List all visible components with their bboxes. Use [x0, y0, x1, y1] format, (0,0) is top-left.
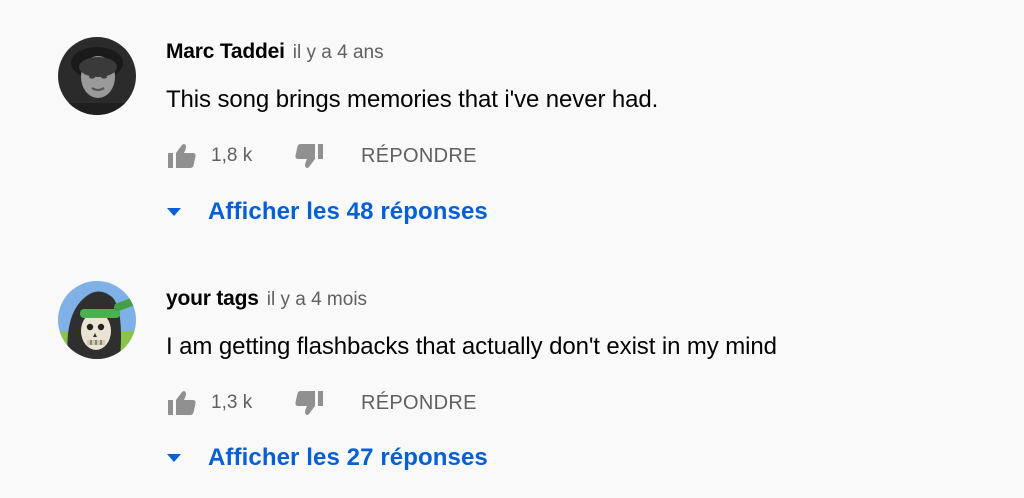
comment-header: Marc Taddei il y a 4 ans: [166, 40, 384, 66]
like-count: 1,8 k: [211, 145, 253, 166]
skeleton-avatar-icon: [58, 281, 136, 359]
comment-time[interactable]: il y a 4 mois: [267, 289, 367, 311]
view-replies-label: Afficher les 27 réponses: [208, 444, 488, 471]
reply-button[interactable]: RÉPONDRE: [361, 392, 477, 415]
user-photo-avatar-icon: [58, 37, 136, 115]
caret-down-icon: [162, 446, 186, 470]
view-replies-label: Afficher les 48 réponses: [208, 198, 488, 225]
avatar[interactable]: [58, 37, 136, 115]
author-name[interactable]: your tags: [166, 287, 259, 311]
thumbs-down-icon: [295, 391, 323, 415]
dislike-button[interactable]: [291, 385, 327, 421]
like-count: 1,3 k: [211, 392, 253, 413]
comment-header: your tags il y a 4 mois: [166, 287, 367, 313]
comment-actions: 1,3 k RÉPONDRE: [164, 385, 477, 421]
comment-time[interactable]: il y a 4 ans: [293, 42, 384, 64]
view-replies-button[interactable]: Afficher les 48 réponses: [162, 195, 488, 229]
comment-actions: 1,8 k RÉPONDRE: [164, 138, 477, 174]
reply-button[interactable]: RÉPONDRE: [361, 145, 477, 168]
avatar[interactable]: [58, 281, 136, 359]
like-button[interactable]: [164, 385, 200, 421]
like-button[interactable]: [164, 138, 200, 174]
author-name[interactable]: Marc Taddei: [166, 40, 285, 64]
comment-text: I am getting flashbacks that actually do…: [166, 333, 777, 360]
dislike-button[interactable]: [291, 138, 327, 174]
thumbs-up-icon: [168, 391, 196, 415]
comment-text: This song brings memories that i've neve…: [166, 86, 659, 113]
caret-down-icon: [162, 200, 186, 224]
thumbs-up-icon: [168, 144, 196, 168]
view-replies-button[interactable]: Afficher les 27 réponses: [162, 441, 488, 475]
thumbs-down-icon: [295, 144, 323, 168]
